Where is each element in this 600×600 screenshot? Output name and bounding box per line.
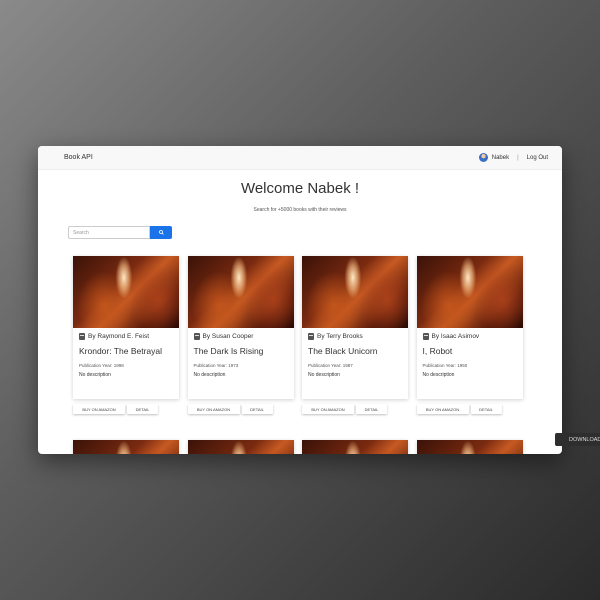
search-input[interactable] — [68, 226, 150, 239]
book-author: By Terry Brooks — [308, 333, 402, 340]
book-card: By Isaac Asimov I, Robot Publication Yea… — [416, 256, 523, 424]
navbar: Book API Nabek | Log Out — [38, 146, 562, 170]
book-title: I, Robot — [422, 346, 453, 356]
main-content: Welcome Nabek ! Search for +5000 books w… — [38, 170, 562, 454]
book-cover-image[interactable] — [416, 440, 523, 454]
download-button[interactable]: DOWNLOAD — [555, 433, 600, 446]
nav-right: Nabek | Log Out — [478, 153, 548, 162]
book-cover-image[interactable] — [302, 256, 408, 328]
book-publication-year: Publication Year: 1973 — [193, 363, 239, 368]
book-cover-image[interactable] — [302, 440, 408, 454]
book-icon — [308, 333, 314, 340]
page-title: Welcome Nabek ! — [240, 180, 360, 197]
buy-on-amazon-button[interactable]: BUY ON AMAZON — [73, 404, 125, 414]
logout-link[interactable]: Log Out — [527, 155, 548, 161]
app-window: Book API Nabek | Log Out Welcome Nabek !… — [38, 146, 562, 454]
buy-on-amazon-button[interactable]: BUY ON AMAZON — [302, 404, 354, 414]
buy-on-amazon-button[interactable]: BUY ON AMAZON — [187, 404, 240, 414]
book-title: Krondor: The Betrayal — [79, 346, 162, 356]
book-cover-image[interactable] — [73, 440, 179, 454]
book-icon — [193, 333, 200, 340]
book-description: No description — [193, 372, 226, 378]
book-publication-year: Publication Year: 1998 — [79, 363, 124, 368]
detail-button[interactable]: DETAIL — [127, 404, 158, 414]
book-author-label: By Raymond E. Feist — [88, 333, 150, 340]
book-card — [187, 440, 294, 454]
book-cover-image[interactable] — [73, 256, 179, 328]
book-card — [416, 440, 523, 454]
avatar — [478, 153, 488, 162]
book-publication-year: Publication Year: 1987 — [308, 363, 353, 368]
buy-on-amazon-button[interactable]: BUY ON AMAZON — [416, 404, 469, 414]
book-cover-image[interactable] — [416, 256, 523, 328]
book-icon — [79, 333, 85, 340]
book-description: No description — [308, 372, 340, 378]
nav-separator: | — [517, 154, 519, 161]
book-title: The Black Unicorn — [308, 346, 378, 356]
book-title: The Dark Is Rising — [193, 346, 264, 356]
book-grid: By Raymond E. Feist Krondor: The Betraya… — [73, 256, 523, 454]
book-publication-year: Publication Year: 1950 — [422, 363, 468, 368]
book-author-label: By Susan Cooper — [202, 333, 254, 340]
search-bar — [68, 226, 172, 239]
book-card — [302, 440, 408, 454]
book-author-label: By Isaac Asimov — [431, 333, 480, 340]
book-card: By Raymond E. Feist Krondor: The Betraya… — [73, 256, 179, 424]
book-author-label: By Terry Brooks — [317, 333, 363, 340]
book-card — [73, 440, 179, 454]
detail-button[interactable]: DETAIL — [470, 404, 502, 414]
book-card: By Terry Brooks The Black Unicorn Public… — [302, 256, 408, 424]
detail-button[interactable]: DETAIL — [241, 404, 273, 414]
book-icon — [422, 333, 429, 340]
user-menu[interactable]: Nabek — [478, 153, 510, 162]
search-icon — [158, 230, 164, 235]
detail-button[interactable]: DETAIL — [356, 404, 387, 414]
book-description: No description — [422, 372, 455, 378]
page-subtitle: Search for +5000 books with their review… — [253, 207, 347, 213]
book-cover-image[interactable] — [187, 440, 294, 454]
brand-link[interactable]: Book API — [64, 154, 93, 161]
book-author: By Susan Cooper — [193, 333, 288, 340]
book-author: By Isaac Asimov — [422, 333, 517, 340]
username-label: Nabek — [491, 154, 510, 161]
book-card: By Susan Cooper The Dark Is Rising Publi… — [187, 256, 294, 424]
book-description: No description — [79, 372, 111, 378]
search-button[interactable] — [150, 226, 172, 239]
book-cover-image[interactable] — [187, 256, 294, 328]
book-author: By Raymond E. Feist — [79, 333, 173, 340]
